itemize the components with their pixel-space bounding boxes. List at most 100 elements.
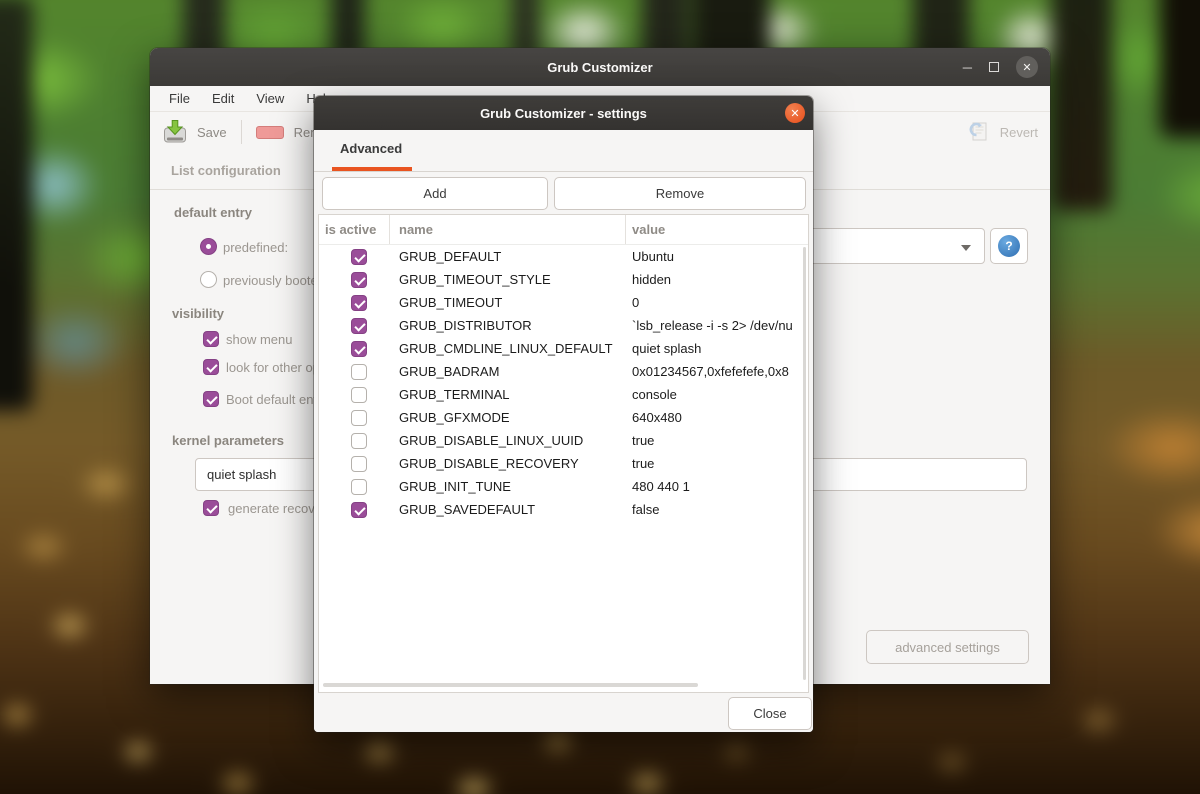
revert-group[interactable]: Revert <box>966 112 1038 152</box>
kernel-parameters-heading: kernel parameters <box>172 433 284 448</box>
row-checkbox-unchecked[interactable] <box>351 364 367 380</box>
row-checkbox-checked[interactable] <box>351 249 367 265</box>
tree-trunk <box>1160 0 1200 138</box>
row-checkbox-checked[interactable] <box>351 502 367 518</box>
generate-recovery-checkbox[interactable] <box>203 500 219 516</box>
setting-name: GRUB_GFXMODE <box>390 410 626 425</box>
dialog-close-icon[interactable]: ✕ <box>785 103 805 123</box>
advanced-settings-button[interactable]: advanced settings <box>866 630 1029 664</box>
menu-file[interactable]: File <box>158 91 201 106</box>
setting-name: GRUB_DISTRIBUTOR <box>390 318 626 333</box>
table-row[interactable]: GRUB_DISTRIBUTOR`lsb_release -i -s 2> /d… <box>319 314 808 337</box>
row-checkbox-checked[interactable] <box>351 272 367 288</box>
help-icon: ? <box>998 235 1020 257</box>
table-header: is active name value <box>319 215 808 245</box>
table-row[interactable]: GRUB_GFXMODE640x480 <box>319 406 808 429</box>
remove-setting-button[interactable]: Remove <box>554 177 806 210</box>
titlebar[interactable]: Grub Customizer ─ ✕ <box>150 48 1050 86</box>
predefined-label[interactable]: predefined: <box>223 240 288 255</box>
setting-value: 0x01234567,0xfefefefe,0x8 <box>626 364 808 379</box>
help-button[interactable]: ? <box>990 228 1028 264</box>
row-checkbox-unchecked[interactable] <box>351 479 367 495</box>
setting-value: 0 <box>626 295 808 310</box>
add-button[interactable]: Add <box>322 177 548 210</box>
close-icon[interactable]: ✕ <box>1016 56 1038 78</box>
table-row[interactable]: GRUB_DEFAULTUbuntu <box>319 245 808 268</box>
setting-value: false <box>626 502 808 517</box>
tab-advanced[interactable]: Advanced <box>340 141 402 156</box>
show-menu-checkbox[interactable] <box>203 331 219 347</box>
settings-table-body: GRUB_DEFAULTUbuntuGRUB_TIMEOUT_STYLEhidd… <box>319 245 808 521</box>
setting-value: quiet splash <box>626 341 808 356</box>
table-row[interactable]: GRUB_SAVEDEFAULTfalse <box>319 498 808 521</box>
menu-view[interactable]: View <box>245 91 295 106</box>
setting-name: GRUB_DISABLE_RECOVERY <box>390 456 626 471</box>
section-header: List configuration <box>171 163 281 178</box>
table-row[interactable]: GRUB_TIMEOUT0 <box>319 291 808 314</box>
show-menu-label[interactable]: show menu <box>226 332 292 347</box>
is-active-cell <box>319 387 390 403</box>
row-checkbox-unchecked[interactable] <box>351 456 367 472</box>
is-active-cell <box>319 410 390 426</box>
minimize-icon[interactable]: ─ <box>963 61 972 74</box>
column-name[interactable]: name <box>390 215 626 244</box>
setting-value: `lsb_release -i -s 2> /dev/nu <box>626 318 808 333</box>
column-is-active[interactable]: is active <box>319 215 390 244</box>
save-button[interactable]: Save <box>197 125 227 140</box>
row-checkbox-checked[interactable] <box>351 341 367 357</box>
table-row[interactable]: GRUB_TIMEOUT_STYLEhidden <box>319 268 808 291</box>
desktop: Grub Customizer ─ ✕ File Edit View Help … <box>0 0 1200 794</box>
window-title: Grub Customizer <box>547 60 652 75</box>
active-tab-underline <box>332 167 412 171</box>
is-active-cell <box>319 318 390 334</box>
is-active-cell <box>319 249 390 265</box>
horizontal-scrollbar[interactable] <box>323 683 698 687</box>
table-row[interactable]: GRUB_INIT_TUNE480 440 1 <box>319 475 808 498</box>
row-checkbox-unchecked[interactable] <box>351 387 367 403</box>
visibility-heading: visibility <box>172 306 224 321</box>
tree-trunk <box>1052 0 1113 211</box>
table-row[interactable]: GRUB_BADRAM0x01234567,0xfefefefe,0x8 <box>319 360 808 383</box>
dialog-title: Grub Customizer - settings <box>480 106 647 121</box>
setting-value: Ubuntu <box>626 249 808 264</box>
table-row[interactable]: GRUB_DISABLE_RECOVERYtrue <box>319 452 808 475</box>
is-active-cell <box>319 364 390 380</box>
revert-button[interactable]: Revert <box>1000 125 1038 140</box>
vertical-scrollbar[interactable] <box>803 247 806 680</box>
setting-value: true <box>626 456 808 471</box>
boot-default-checkbox[interactable] <box>203 391 219 407</box>
predefined-radio[interactable] <box>200 238 217 255</box>
is-active-cell <box>319 295 390 311</box>
setting-name: GRUB_BADRAM <box>390 364 626 379</box>
is-active-cell <box>319 456 390 472</box>
settings-dialog: Grub Customizer - settings ✕ Advanced Ad… <box>314 96 813 732</box>
setting-value: console <box>626 387 808 402</box>
column-value[interactable]: value <box>626 215 808 244</box>
dialog-titlebar[interactable]: Grub Customizer - settings ✕ <box>314 96 813 130</box>
tab-strip: Advanced <box>314 130 813 172</box>
maximize-icon[interactable] <box>989 62 999 72</box>
is-active-cell <box>319 341 390 357</box>
table-row[interactable]: GRUB_DISABLE_LINUX_UUIDtrue <box>319 429 808 452</box>
toolbar-separator <box>241 120 242 144</box>
is-active-cell <box>319 502 390 518</box>
look-for-other-checkbox[interactable] <box>203 359 219 375</box>
chevron-down-icon <box>961 245 971 251</box>
row-checkbox-checked[interactable] <box>351 318 367 334</box>
row-checkbox-checked[interactable] <box>351 295 367 311</box>
setting-value: hidden <box>626 272 808 287</box>
setting-value: 480 440 1 <box>626 479 808 494</box>
menu-edit[interactable]: Edit <box>201 91 245 106</box>
save-icon <box>163 119 187 145</box>
setting-value: 640x480 <box>626 410 808 425</box>
table-row[interactable]: GRUB_CMDLINE_LINUX_DEFAULTquiet splash <box>319 337 808 360</box>
row-checkbox-unchecked[interactable] <box>351 433 367 449</box>
window-controls: ─ ✕ <box>963 48 1038 86</box>
close-button[interactable]: Close <box>728 697 812 730</box>
setting-name: GRUB_DISABLE_LINUX_UUID <box>390 433 626 448</box>
setting-value: true <box>626 433 808 448</box>
default-entry-heading: default entry <box>174 205 252 220</box>
row-checkbox-unchecked[interactable] <box>351 410 367 426</box>
table-row[interactable]: GRUB_TERMINALconsole <box>319 383 808 406</box>
previously-booted-radio[interactable] <box>200 271 217 288</box>
